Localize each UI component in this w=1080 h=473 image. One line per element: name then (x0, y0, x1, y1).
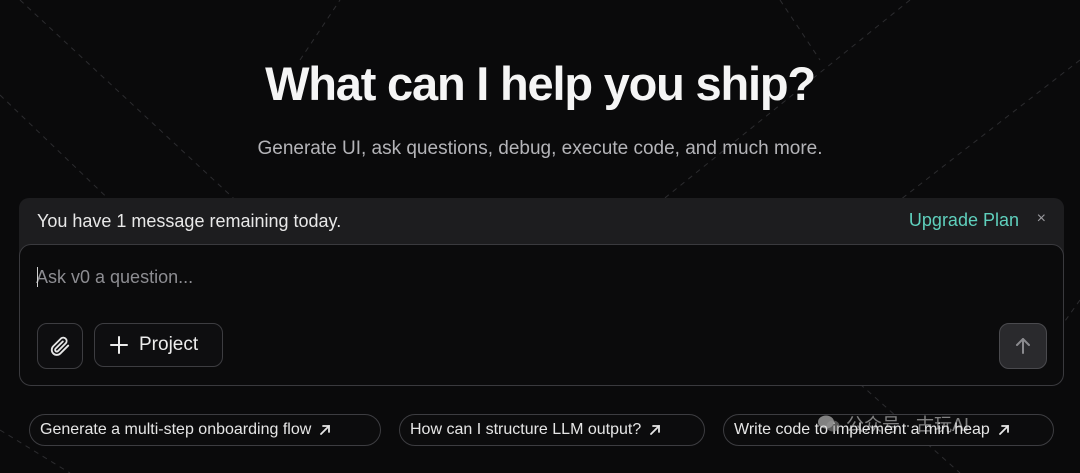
suggestion-label: How can I structure LLM output? (410, 421, 642, 438)
suggestion-chip[interactable]: Generate a multi-step onboarding flow (29, 414, 381, 446)
prompt-input[interactable] (36, 263, 936, 291)
attach-button[interactable] (37, 323, 83, 369)
paperclip-icon (50, 336, 70, 356)
suggestion-label: Generate a multi-step onboarding flow (40, 421, 312, 438)
project-button-label: Project (139, 334, 199, 355)
arrow-up-right-icon (998, 424, 1010, 436)
suggestion-chip[interactable]: Write code to implement a min heap (723, 414, 1054, 446)
page-title: What can I help you ship? (265, 57, 816, 110)
text-caret (37, 267, 38, 287)
close-icon[interactable]: × (1037, 210, 1046, 228)
prompt-composer: Project (19, 244, 1064, 386)
add-project-button[interactable]: Project (94, 323, 223, 367)
send-button[interactable] (999, 323, 1047, 369)
suggestion-chips: Generate a multi-step onboarding flow Ho… (0, 414, 1080, 448)
arrow-up-icon (1016, 338, 1030, 354)
suggestion-label: Write code to implement a min heap (734, 421, 990, 438)
arrow-up-right-icon (319, 424, 331, 436)
banner-message: You have 1 message remaining today. (37, 211, 342, 231)
page-subtitle: Generate UI, ask questions, debug, execu… (257, 138, 823, 159)
arrow-up-right-icon (649, 424, 661, 436)
upgrade-plan-link[interactable]: Upgrade Plan (909, 210, 1019, 231)
suggestion-chip[interactable]: How can I structure LLM output? (399, 414, 705, 446)
plus-icon (110, 336, 128, 354)
